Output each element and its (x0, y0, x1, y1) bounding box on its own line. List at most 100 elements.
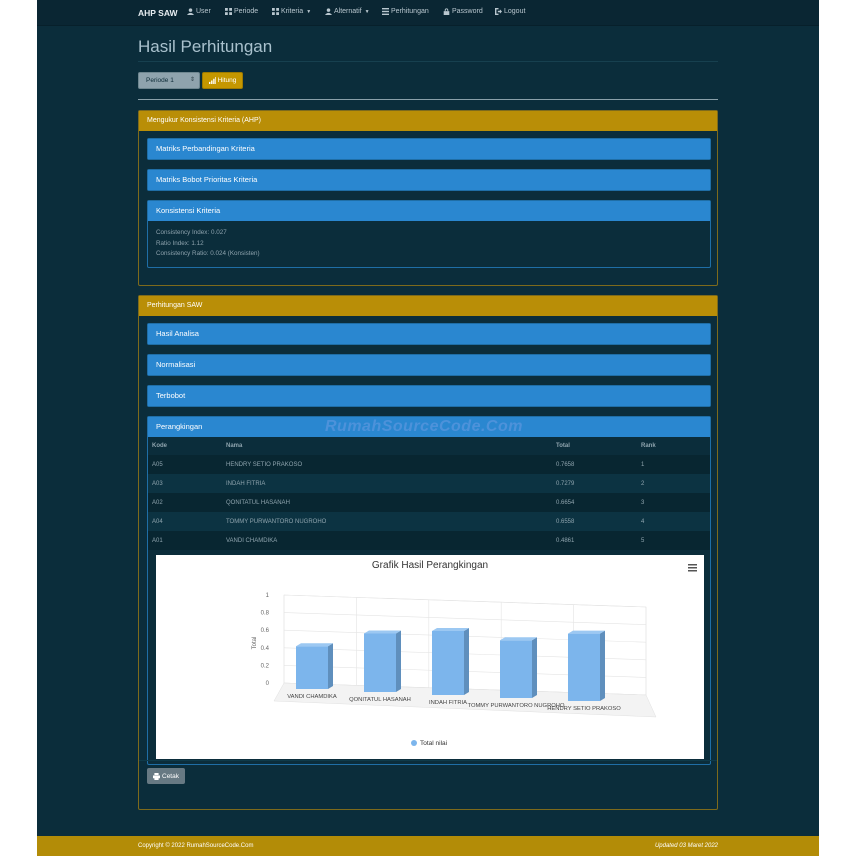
konsistensi-panel: Konsistensi Kriteria Consistency Index: … (147, 200, 711, 268)
lock-icon (443, 8, 450, 15)
table-row: A04 TOMMY PURWANTORO NUGROHO 0.6558 4 (148, 512, 710, 531)
chart-gridline (283, 612, 647, 625)
chart-bar-top (432, 627, 469, 631)
x-tick-label: INDAH FITRIA (429, 700, 467, 706)
nav-item-logout[interactable]: Logout (495, 8, 525, 15)
legend-label: Total nilai (420, 740, 447, 747)
logout-icon (495, 8, 502, 15)
cell-total: 0.4861 (552, 531, 637, 550)
consistency-ratio: Consistency Ratio: 0.024 (Konsisten) (156, 250, 260, 257)
grid-icon (272, 8, 279, 15)
cell-nama: QONITATUL HASANAH (222, 493, 552, 512)
nav-item-perhitungan[interactable]: Perhitungan (382, 8, 429, 15)
chart-svg: Grafik Hasil Perangkingan 0 0.2 0.4 0.6 0.8 1 T… (252, 560, 697, 747)
chart-bar (296, 646, 328, 689)
cell-nama: HENDRY SETIO PRAKOSO (222, 455, 552, 474)
nav-item-label: Logout (504, 8, 526, 15)
y-tick-label: 0.2 (261, 663, 270, 669)
legend-marker (411, 740, 417, 746)
nav-item-user[interactable]: User (187, 8, 211, 15)
col-kode: Kode (152, 443, 167, 449)
y-tick-label: 0.6 (261, 628, 270, 634)
cetak-label: Cetak (162, 772, 179, 780)
table-row: A03 INDAH FITRIA 0.7279 2 (148, 474, 710, 493)
chart-bar-side (464, 627, 469, 695)
chart-bar-side (532, 637, 537, 698)
col-total: Total (556, 443, 570, 449)
chart-bar-side (328, 643, 333, 689)
saw-panel-heading: Perhitungan SAW (139, 296, 717, 316)
cetak-button[interactable]: Cetak (147, 768, 185, 784)
periode-select-value: Periode 1 (146, 77, 174, 84)
cell-kode: A04 (148, 512, 222, 531)
nav-item-label: Kriteria (281, 8, 304, 15)
matriks-bobot-heading[interactable]: Matriks Bobot Prioritas Kriteria (148, 170, 710, 190)
matriks-perbandingan-panel[interactable]: Matriks Perbandingan Kriteria (147, 138, 711, 160)
panel-footer-divider (139, 760, 717, 761)
divider (138, 99, 718, 100)
table-row: A02 QONITATUL HASANAH 0.6654 3 (148, 493, 710, 512)
nav-item-label: Alternatif (334, 8, 362, 15)
chart-bar-top (296, 643, 333, 647)
y-tick-label: 1 (266, 593, 270, 599)
chart-title: Grafik Hasil Perangkingan (372, 560, 488, 571)
y-axis-label: Total (252, 637, 258, 650)
nav-item-label: Perhitungan (391, 8, 429, 15)
cell-nama: TOMMY PURWANTORO NUGROHO (222, 512, 552, 531)
normalisasi-panel[interactable]: Normalisasi (147, 354, 711, 376)
caret-down-icon: ▼ (306, 8, 312, 15)
chart-bar (568, 633, 600, 701)
footer-copyright: Copyright © 2022 RumahSourceCode.Com (138, 843, 254, 849)
app-frame: AHP SAW User Periode Kriteria ▼ Alternat… (37, 0, 819, 856)
navbar-brand[interactable]: AHP SAW (138, 8, 178, 18)
matriks-bobot-panel[interactable]: Matriks Bobot Prioritas Kriteria (147, 169, 711, 191)
nav-item-alternatif[interactable]: Alternatif ▼ (325, 8, 370, 15)
cell-rank: 3 (637, 493, 710, 512)
cell-nama: INDAH FITRIA (222, 474, 552, 493)
col-nama: Nama (226, 443, 243, 449)
normalisasi-heading[interactable]: Normalisasi (148, 355, 710, 375)
terbobot-panel[interactable]: Terbobot (147, 385, 711, 407)
cell-rank: 2 (637, 474, 710, 493)
signal-icon (208, 77, 216, 84)
hasil-analisa-panel[interactable]: Hasil Analisa (147, 323, 711, 345)
ahp-panel: Mengukur Konsistensi Kriteria (AHP) Matr… (138, 110, 718, 286)
chart-bar (364, 633, 396, 692)
cell-total: 0.6654 (552, 493, 637, 512)
consistency-index: Consistency Index: 0.027 (156, 229, 227, 236)
footer-updated: Updated 03 Maret 2022 (654, 843, 718, 849)
cell-kode: A02 (148, 493, 222, 512)
hasil-analisa-heading[interactable]: Hasil Analisa (148, 324, 710, 344)
divider (138, 61, 718, 62)
periode-select[interactable]: Periode 1 ⇕ (138, 72, 200, 89)
konsistensi-heading[interactable]: Konsistensi Kriteria (148, 201, 710, 221)
nav-item-password[interactable]: Password (443, 8, 483, 15)
cell-total: 0.7279 (552, 474, 637, 493)
konsistensi-body: Consistency Index: 0.027 Ratio Index: 1.… (148, 221, 710, 260)
terbobot-heading[interactable]: Terbobot (148, 386, 710, 406)
nav-item-periode[interactable]: Periode (225, 8, 258, 15)
footer: Copyright © 2022 RumahSourceCode.Com Upd… (37, 836, 819, 856)
matriks-perbandingan-heading[interactable]: Matriks Perbandingan Kriteria (148, 139, 710, 159)
select-arrows-icon: ⇕ (189, 77, 195, 83)
x-tick-label: HENDRY SETIO PRAKOSO (547, 706, 621, 712)
col-rank: Rank (641, 443, 656, 449)
nav-item-kriteria[interactable]: Kriteria ▼ (272, 8, 311, 15)
cell-rank: 1 (637, 455, 710, 474)
chart-bar-top (500, 637, 537, 641)
nav-item-label: Password (452, 8, 483, 15)
table-row: A01 VANDI CHAMDIKA 0.4861 5 (148, 531, 710, 550)
cell-kode: A01 (148, 531, 222, 550)
chart-bar-top (568, 630, 605, 634)
chart-bar (500, 640, 532, 698)
nav-item-label: User (196, 8, 211, 15)
y-tick-label: 0.4 (261, 646, 270, 652)
chart-bar-side (396, 630, 401, 692)
ratio-index: Ratio Index: 1.12 (156, 239, 204, 247)
table-row: A05 HENDRY SETIO PRAKOSO 0.7658 1 (148, 455, 710, 474)
caret-down-icon: ▼ (364, 8, 370, 15)
cell-kode: A05 (148, 455, 222, 474)
cell-total: 0.6558 (552, 512, 637, 531)
chart-menu-icon[interactable] (688, 564, 697, 572)
hitung-button[interactable]: Hitung (202, 72, 243, 89)
